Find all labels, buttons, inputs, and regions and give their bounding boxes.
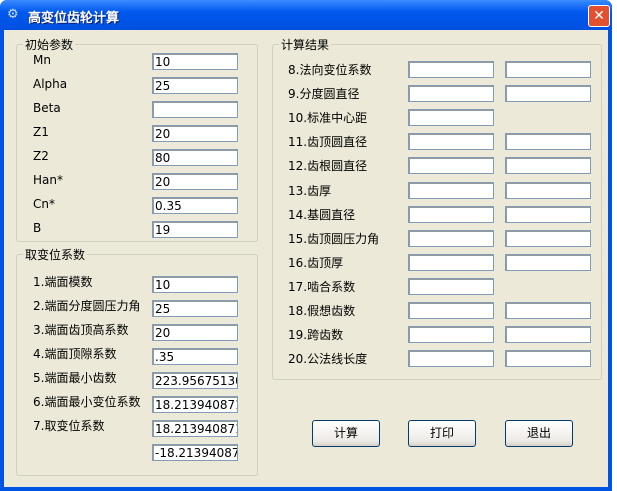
result-label: 20.公法线长度 [288, 352, 368, 367]
result-label: 16.齿顶厚 [288, 255, 344, 270]
result-label: 12.齿根圆直径 [288, 159, 368, 174]
close-button[interactable]: ✕ [588, 5, 610, 27]
param-input[interactable]: 80 [152, 149, 238, 166]
app-window: ⚙ 高变位齿轮计算 ✕ 初始参数 取变位系数 计算结果 计算 打印 退出 Mn 1… [0, 0, 612, 491]
shift-input[interactable]: 20 [152, 324, 238, 341]
param-input[interactable]: 25 [152, 77, 238, 94]
result-label: 15.齿顶圆压力角 [288, 231, 380, 246]
shift-label: 5.端面最小齿数 [33, 371, 117, 385]
param-label: Han* [33, 173, 63, 187]
result-input-2[interactable] [505, 350, 591, 368]
result-input-2[interactable] [505, 205, 591, 223]
result-input-2[interactable] [505, 133, 591, 151]
shift-label: 7.取变位系数 [33, 419, 105, 433]
shift-label: 3.端面齿顶高系数 [33, 323, 129, 337]
group-title: 计算结果 [281, 38, 330, 52]
param-input[interactable]: 0.35 [152, 197, 238, 214]
result-input-2[interactable] [505, 302, 591, 319]
result-input-2[interactable] [505, 229, 591, 247]
param-label: Beta [33, 101, 61, 115]
result-input-1[interactable] [408, 157, 494, 175]
shift-label: 6.端面最小变位系数 [33, 395, 141, 409]
group-title: 初始参数 [25, 38, 74, 52]
result-input-2[interactable] [505, 326, 591, 344]
param-input[interactable]: 19 [152, 221, 238, 238]
shift-input[interactable]: 223.9567513004 [152, 372, 238, 389]
shift-input[interactable]: .35 [152, 348, 238, 365]
result-label: 8.法向变位系数 [288, 63, 372, 77]
shift-input[interactable]: 18.21394087172 [152, 420, 238, 437]
param-input[interactable]: 20 [152, 173, 238, 190]
result-input-1[interactable] [408, 350, 494, 368]
shift-label: 1.端面模数 [33, 275, 93, 289]
result-label: 17.啮合系数 [288, 279, 356, 294]
param-input[interactable]: 20 [152, 125, 238, 142]
result-input-1[interactable] [408, 205, 494, 223]
result-label: 11.齿顶圆直径 [288, 135, 368, 150]
result-label: 10.标准中心距 [288, 111, 368, 126]
param-label: B [33, 221, 42, 235]
result-input-1[interactable] [408, 109, 494, 127]
shift-label: 2.端面分度圆压力角 [33, 299, 141, 313]
param-label: Cn* [33, 197, 55, 211]
shift-input[interactable]: -18.21394087172 [152, 444, 238, 461]
window-title: 高变位齿轮计算 [28, 11, 120, 26]
result-input-1[interactable] [408, 277, 494, 295]
dialog-body: 初始参数 取变位系数 计算结果 计算 打印 退出 Mn 10 Alpha 25 Beta… [4, 30, 608, 487]
shift-label: 4.端面顶隙系数 [33, 347, 117, 361]
result-input-2[interactable] [505, 253, 591, 271]
param-label: Z2 [33, 149, 49, 163]
exit-button[interactable]: 退出 [505, 420, 573, 447]
param-input[interactable] [152, 101, 238, 118]
result-input-2[interactable] [505, 157, 591, 175]
result-label: 9.分度圆直径 [288, 87, 360, 102]
result-input-1[interactable] [408, 229, 494, 247]
shift-input[interactable]: 25 [152, 300, 238, 317]
result-label: 19.跨齿数 [288, 328, 344, 343]
title-bar: ⚙ 高变位齿轮计算 ✕ [0, 0, 612, 30]
result-label: 18.假想齿数 [288, 304, 356, 318]
result-input-2[interactable] [505, 61, 591, 78]
print-button[interactable]: 打印 [408, 420, 476, 447]
param-input[interactable]: 10 [152, 53, 238, 70]
result-input-1[interactable] [408, 302, 494, 319]
result-input-1[interactable] [408, 326, 494, 344]
group-title: 取变位系数 [25, 248, 86, 262]
result-input-2[interactable] [505, 181, 591, 199]
result-label: 14.基圆直径 [288, 207, 356, 222]
param-label: Z1 [33, 125, 49, 139]
calculate-button[interactable]: 计算 [312, 420, 380, 447]
result-input-1[interactable] [408, 85, 494, 103]
shift-input[interactable]: 10 [152, 276, 238, 293]
result-input-2[interactable] [505, 85, 591, 103]
shift-input[interactable]: 18.21394087172 [152, 396, 238, 413]
result-input-1[interactable] [408, 61, 494, 78]
param-label: Mn [33, 53, 51, 67]
app-icon: ⚙ [7, 7, 19, 22]
result-label: 13.齿厚 [288, 183, 332, 198]
result-input-1[interactable] [408, 253, 494, 271]
param-label: Alpha [33, 77, 68, 91]
result-input-1[interactable] [408, 133, 494, 151]
result-input-1[interactable] [408, 181, 494, 199]
